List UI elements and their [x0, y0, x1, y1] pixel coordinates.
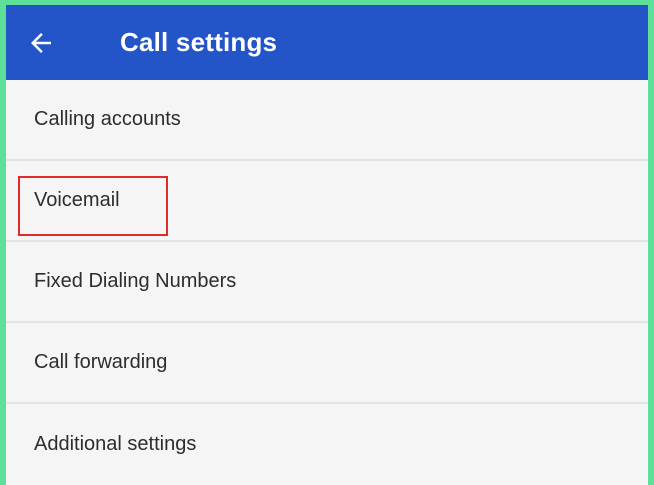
settings-item-calling-accounts[interactable]: Calling accounts — [6, 80, 648, 161]
screen: Call settings Calling accounts Voicemail… — [6, 5, 648, 485]
settings-item-label: Calling accounts — [34, 108, 181, 130]
settings-list: Calling accounts Voicemail Fixed Dialing… — [6, 80, 648, 485]
settings-item-call-forwarding[interactable]: Call forwarding — [6, 323, 648, 404]
settings-item-fixed-dialing-numbers[interactable]: Fixed Dialing Numbers — [6, 242, 648, 323]
settings-item-label: Fixed Dialing Numbers — [34, 270, 237, 292]
page-title: Call settings — [120, 27, 278, 57]
settings-item-label: Voicemail — [34, 189, 120, 211]
settings-item-voicemail[interactable]: Voicemail — [6, 161, 648, 242]
back-button[interactable] — [6, 5, 76, 80]
arrow-left-icon — [31, 32, 51, 53]
settings-item-additional-settings[interactable]: Additional settings — [6, 404, 648, 485]
settings-item-label: Additional settings — [34, 433, 197, 455]
app-bar: Call settings — [6, 5, 648, 80]
settings-item-label: Call forwarding — [34, 351, 168, 373]
